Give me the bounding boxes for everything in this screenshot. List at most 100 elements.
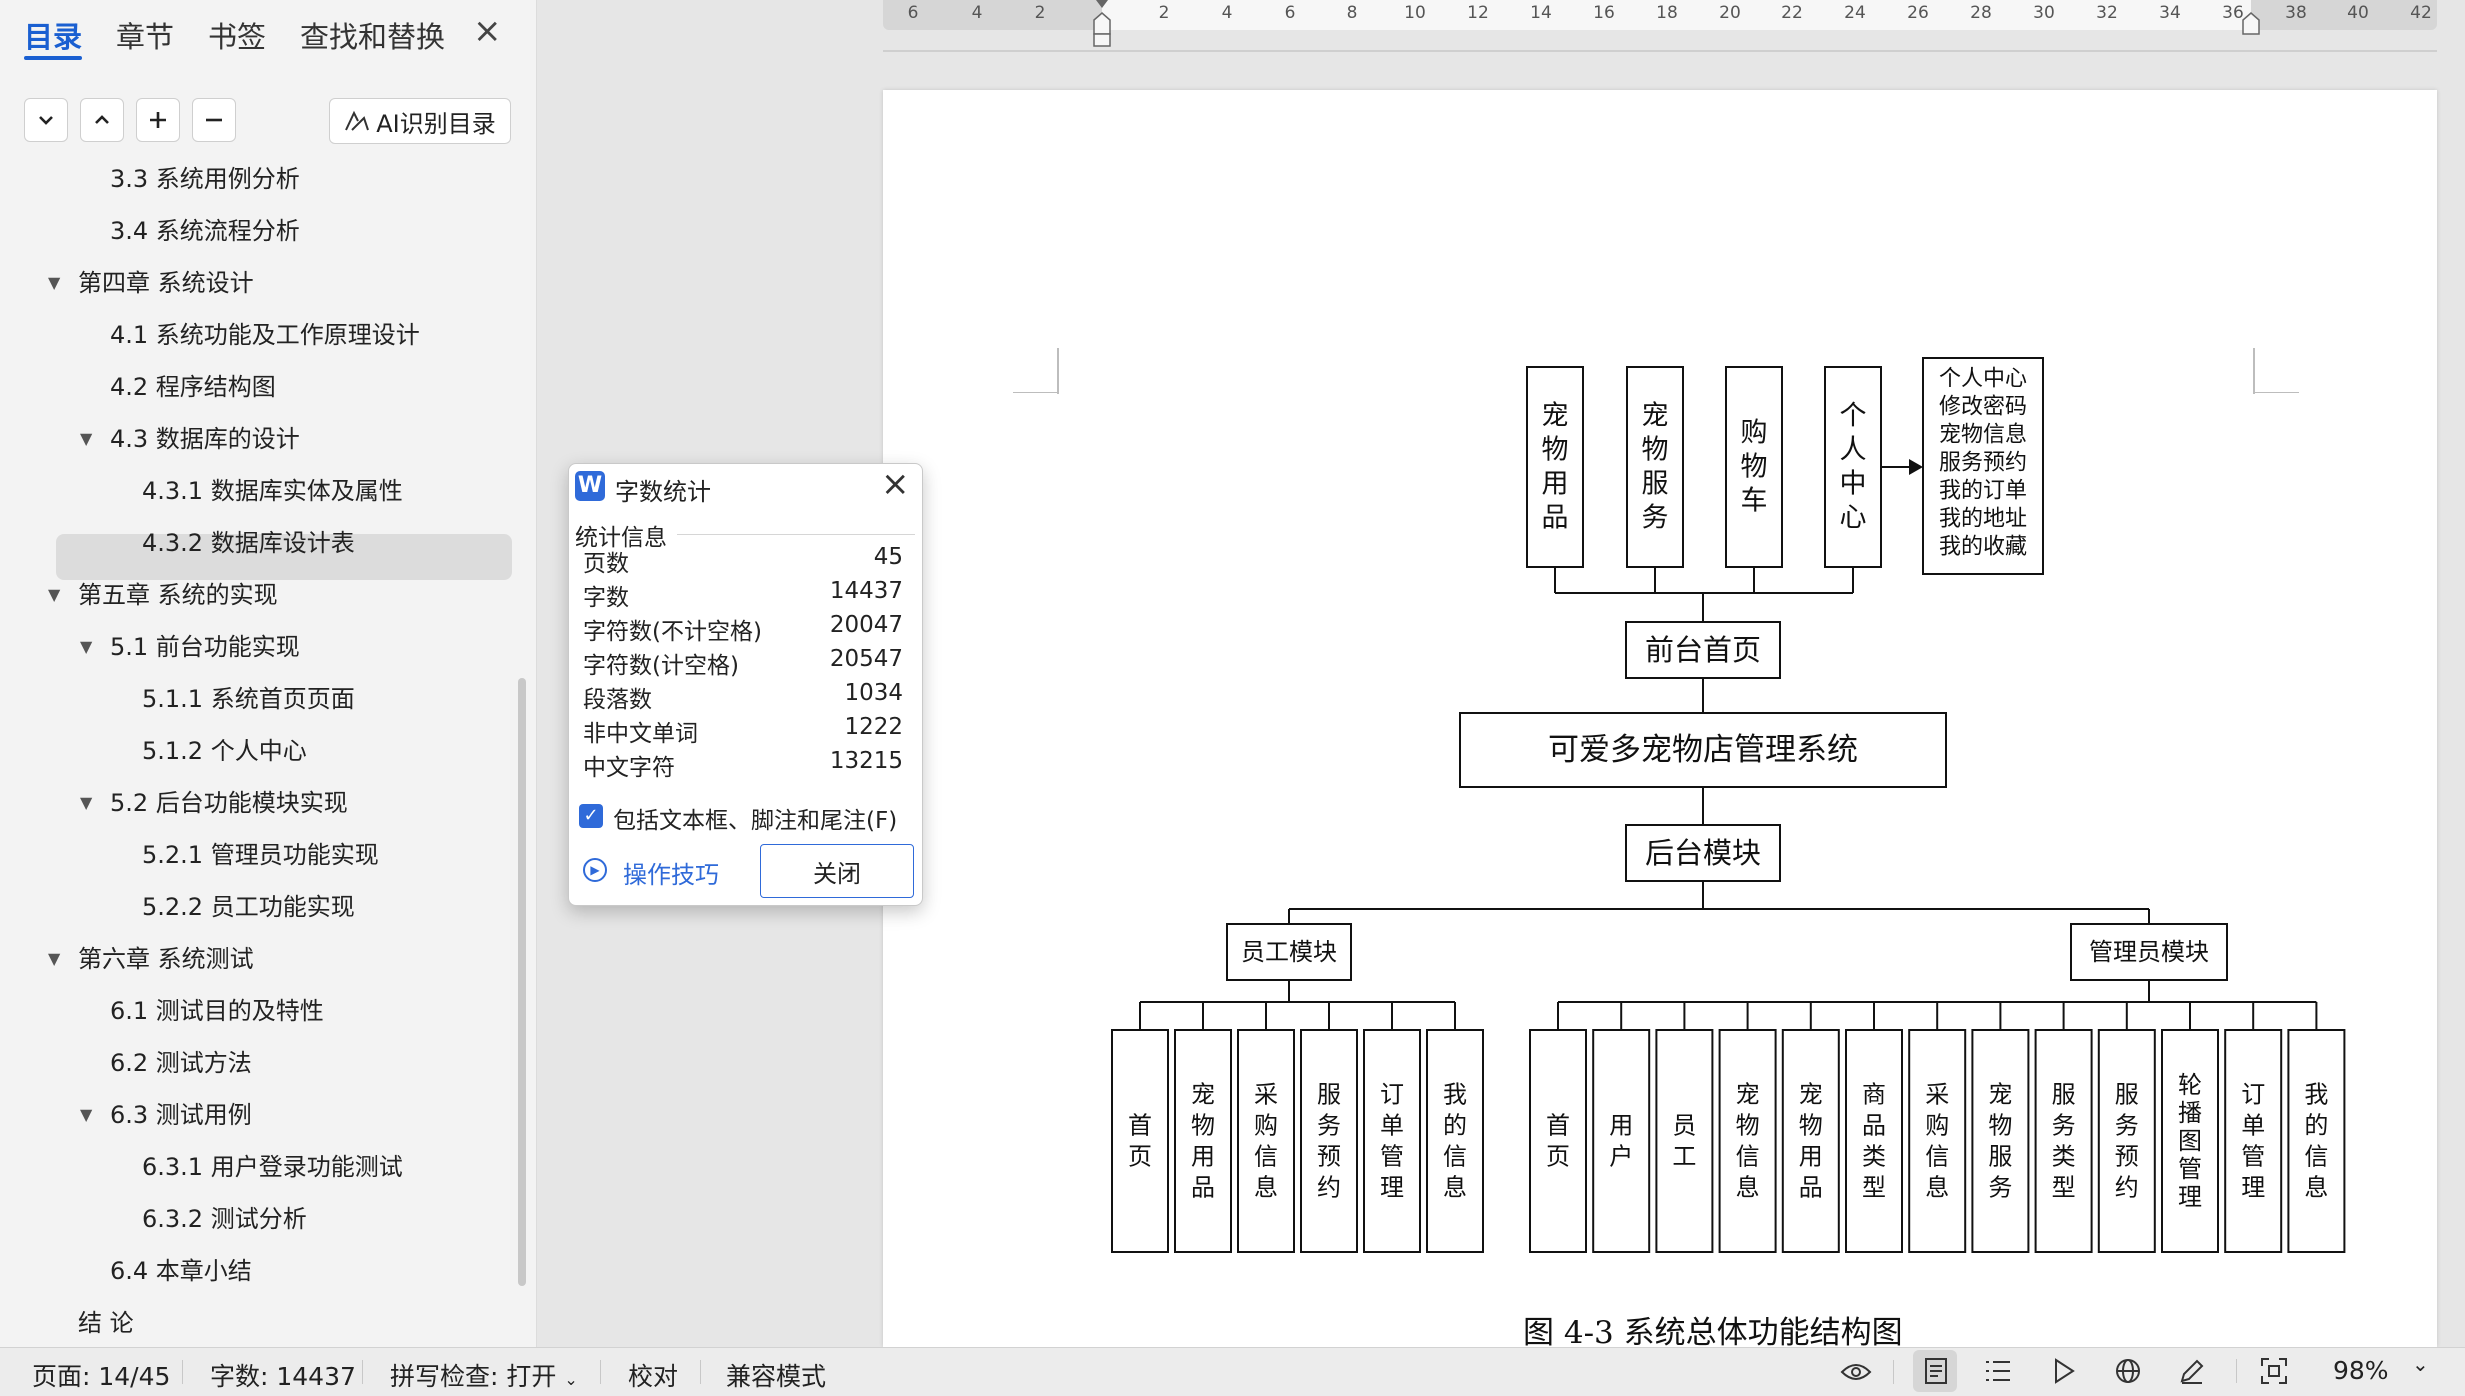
ruler-number: 32 <box>2096 3 2118 23</box>
stat-row: 页数 45 <box>583 544 903 578</box>
spell-check-indicator[interactable]: 拼写检查: 打开 ⌄ <box>390 1357 578 1393</box>
page-indicator[interactable]: 页面: 14/45 <box>32 1357 170 1393</box>
ruler-number: 28 <box>1970 3 1992 23</box>
status-separator <box>362 1360 363 1384</box>
play-icon[interactable] <box>2046 1353 2082 1389</box>
tab-bookmarks[interactable]: 书签 <box>208 14 266 56</box>
nav-tabs: 目录 章节 书签 查找和替换 × <box>0 0 536 72</box>
staff-item-box <box>1111 1029 1169 1253</box>
spell-check-label: 拼写检查: 打开 <box>390 1362 557 1391</box>
personal-center-item: 修改密码 <box>1939 395 2027 420</box>
right-indent-marker[interactable] <box>2242 12 2260 35</box>
outline-view-icon[interactable] <box>1980 1353 2016 1389</box>
dialog-close-icon[interactable]: × <box>881 465 910 503</box>
ruler-number: 38 <box>2285 3 2307 23</box>
stat-value: 14437 <box>829 578 903 604</box>
stat-label: 字符数(不计空格) <box>583 619 762 645</box>
admin-item-box <box>1781 1029 1840 1253</box>
horizontal-ruler[interactable]: 6 4 2 2 4 6 8 10 12 14 16 18 20 22 24 26 28 30 32 34 36 38 40 4… <box>883 0 2437 47</box>
add-heading-button[interactable] <box>136 98 180 142</box>
globe-icon[interactable] <box>2110 1353 2146 1389</box>
first-line-indent-marker[interactable] <box>1096 0 1108 8</box>
left-indent-box[interactable] <box>1093 33 1111 47</box>
tab-chapters[interactable]: 章节 <box>116 14 174 56</box>
toc-item-label: 结 论 <box>78 1309 134 1337</box>
front-module-box <box>1824 366 1882 568</box>
nav-scrollbar[interactable] <box>518 678 526 1286</box>
stat-row: 字符数(计空格) 20547 <box>583 646 903 680</box>
remove-heading-button[interactable] <box>192 98 236 142</box>
stat-row: 字数 14437 <box>583 578 903 612</box>
front-home-label: 前台首页 <box>1645 633 1761 667</box>
personal-center-item: 我的收藏 <box>1939 535 2027 560</box>
expand-caret-icon[interactable]: ▼ <box>48 939 70 979</box>
chevron-up-icon <box>95 115 109 124</box>
status-separator <box>700 1360 701 1384</box>
expand-caret-icon[interactable]: ▼ <box>48 575 70 615</box>
toc-item-label: 4.3.1 数据库实体及属性 <box>142 477 403 505</box>
ruler-number: 14 <box>1530 3 1552 23</box>
toc-item-label: 3.4 系统流程分析 <box>110 217 300 245</box>
ruler-number: 6 <box>1284 3 1296 23</box>
left-indent-marker[interactable] <box>1093 12 1111 35</box>
personal-center-item: 服务预约 <box>1939 451 2027 476</box>
expand-down-button[interactable] <box>24 98 68 142</box>
chevron-down-icon <box>39 116 53 125</box>
expand-caret-icon[interactable]: ▼ <box>80 627 102 667</box>
stat-row: 非中文单词 1222 <box>583 714 903 748</box>
ruler-number: 4 <box>1221 3 1233 23</box>
compat-mode-indicator[interactable]: 兼容模式 <box>726 1357 826 1393</box>
toc-item-label: 5.1 前台功能实现 <box>110 633 300 661</box>
page-view-icon[interactable] <box>1918 1353 1954 1389</box>
expand-caret-icon[interactable]: ▼ <box>80 1095 102 1135</box>
fit-page-icon[interactable] <box>2256 1353 2292 1389</box>
expand-caret-icon[interactable]: ▼ <box>80 419 102 459</box>
expand-caret-icon[interactable]: ▼ <box>80 783 102 823</box>
expand-caret-icon[interactable]: ▼ <box>48 263 70 303</box>
tab-find-replace[interactable]: 查找和替换 <box>300 14 445 56</box>
close-icon[interactable]: × <box>473 14 502 48</box>
ruler-number: 4 <box>971 3 983 23</box>
front-module-box <box>1626 366 1684 568</box>
zoom-level[interactable]: 98% <box>2333 1356 2389 1385</box>
admin-item-box <box>2097 1029 2156 1253</box>
ruler-number: 30 <box>2033 3 2055 23</box>
include-textbox-checkbox[interactable]: ✓ <box>579 804 603 828</box>
ruler-number: 2 <box>1034 3 1046 23</box>
admin-item-box <box>2034 1029 2093 1253</box>
ruler-number: 22 <box>1781 3 1803 23</box>
active-tab-indicator <box>24 56 82 60</box>
document-page[interactable]: 宠物用品 宠物服务 购物车 个人中心 个人中心 修改密码 宠物信息 服务预约 我的订单 我的地址我… <box>883 90 2437 1351</box>
stat-value: 1034 <box>844 680 903 706</box>
ruler-number: 6 <box>907 3 919 23</box>
ai-recognize-toc-button[interactable]: AI识别目录 <box>329 98 511 144</box>
admin-module-label: 管理员模块 <box>2089 938 2209 966</box>
toc-item-label: 3.3 系统用例分析 <box>110 165 300 193</box>
tips-link[interactable]: 操作技巧 <box>623 855 719 890</box>
stat-label: 字数 <box>583 585 629 611</box>
collapse-up-button[interactable] <box>80 98 124 142</box>
ruler-number: 18 <box>1656 3 1678 23</box>
play-circle-icon[interactable]: ▶ <box>583 858 607 882</box>
stat-value: 20047 <box>829 612 903 638</box>
tab-toc[interactable]: 目录 <box>24 14 82 56</box>
admin-item-box <box>1592 1029 1651 1253</box>
chevron-down-icon[interactable]: ⌄ <box>2412 1352 2429 1376</box>
backend-label: 后台模块 <box>1645 836 1761 870</box>
ruler-number: 40 <box>2347 3 2369 23</box>
include-textbox-label[interactable]: 包括文本框、脚注和尾注(F) <box>613 801 897 835</box>
front-module-box <box>1526 366 1584 568</box>
admin-item-box <box>1845 1029 1903 1253</box>
pen-icon[interactable] <box>2174 1353 2210 1389</box>
ruler-number: 36 <box>2222 3 2244 23</box>
admin-item-box <box>1971 1029 2030 1253</box>
staff-item-box <box>1174 1029 1232 1253</box>
proofread-button[interactable]: 校对 <box>628 1357 678 1393</box>
close-button[interactable]: 关闭 <box>760 844 914 898</box>
function-structure-diagram: 宠物用品宠物服务购物车个人中心个人中心修改密码宠物信息服务预约我的订单我的地址我… <box>1111 357 2346 1253</box>
admin-item-box <box>2287 1029 2346 1253</box>
toc-item-label: 5.1.2 个人中心 <box>142 737 307 765</box>
word-count-indicator[interactable]: 字数: 14437 <box>210 1357 356 1393</box>
toc-item-label: 5.2 后台功能模块实现 <box>110 789 348 817</box>
eye-icon[interactable] <box>1838 1354 1874 1390</box>
